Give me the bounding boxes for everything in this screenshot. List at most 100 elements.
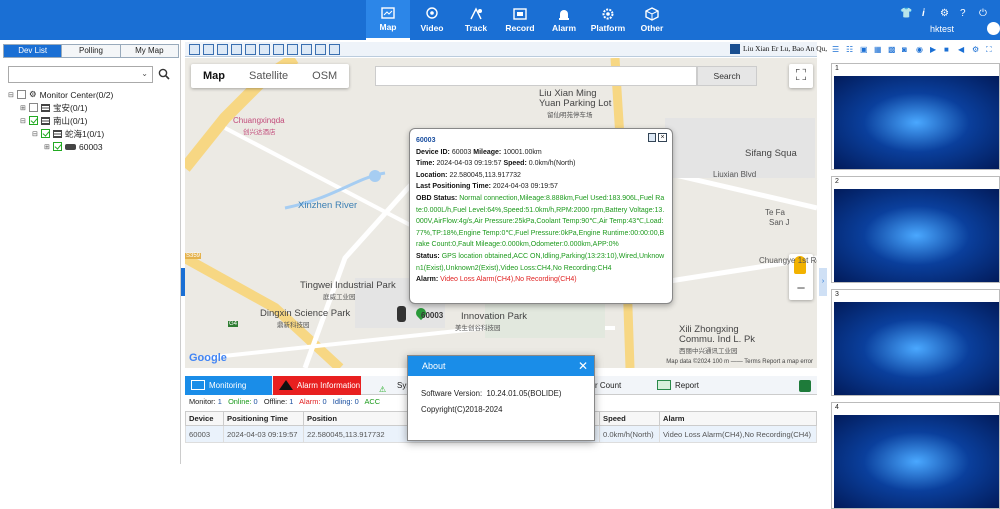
video-tile[interactable]: 1	[831, 63, 1000, 170]
line-icon[interactable]	[259, 44, 270, 55]
checkbox[interactable]	[17, 90, 26, 99]
nav-platform[interactable]: Platform	[586, 0, 630, 40]
nav-video[interactable]: Video	[410, 0, 454, 40]
alarm-count: 0	[322, 397, 327, 406]
map-search-button[interactable]: Search	[697, 66, 757, 86]
tab-polling[interactable]: Polling	[62, 45, 121, 57]
map-fullscreen-icon[interactable]: ⛶	[789, 64, 813, 88]
copy-icon[interactable]	[648, 133, 656, 142]
alarm-icon	[559, 10, 569, 20]
close-icon[interactable]: ×	[658, 133, 667, 142]
tab-my-map[interactable]: My Map	[120, 45, 178, 57]
checkbox[interactable]	[29, 116, 38, 125]
obd-status: Normal connection,Mileage:8.888km,Fuel U…	[416, 194, 665, 249]
stop-icon[interactable]: ■	[944, 45, 955, 55]
video-panel: ☰ ☷ ▣ ▦ ▩ ◙ ◉ ▶ ■ ◀ ⚙ ⛶ 1 2 3 4	[828, 40, 1000, 509]
video-screen	[834, 415, 999, 508]
map-type-osm[interactable]: OSM	[300, 64, 349, 88]
avatar[interactable]	[987, 22, 1000, 35]
marker-icon[interactable]	[301, 44, 312, 55]
column-header[interactable]: Device	[185, 411, 224, 426]
tree-node-nanshan[interactable]: ⊟ 南山(0/1)	[8, 114, 178, 127]
table-cell: Video Loss Alarm(CH4),No Recording(CH4)	[659, 425, 817, 443]
collapse-icon[interactable]: ⊟	[8, 91, 15, 99]
circle-icon[interactable]	[217, 44, 228, 55]
nav-other[interactable]: Other	[630, 0, 674, 40]
map-search-input[interactable]	[375, 66, 697, 86]
pan-icon[interactable]	[203, 44, 214, 55]
tree-node-root[interactable]: ⊟ ⚙ Monitor Center(0/2)	[8, 88, 178, 101]
quad-view-icon[interactable]: ▦	[874, 45, 885, 55]
fullscreen-icon[interactable]: ⛶	[986, 45, 997, 55]
map-type-map[interactable]: Map	[191, 64, 237, 88]
video-tile-number: 1	[835, 65, 839, 72]
info-icon[interactable]: i	[922, 8, 925, 19]
right-collapse-handle[interactable]: ›	[819, 268, 827, 296]
map-label-tingwei: Tingwei Industrial Park	[300, 280, 396, 291]
play-icon[interactable]: ▶	[930, 45, 941, 55]
measure-icon[interactable]	[273, 44, 284, 55]
device-filter-select[interactable]: ⌄	[8, 66, 153, 83]
search-icon[interactable]	[158, 68, 170, 80]
close-icon[interactable]: ✕	[578, 359, 588, 373]
fullscreen-icon[interactable]	[315, 44, 326, 55]
nav-record[interactable]: Record	[498, 0, 542, 40]
about-header: About ✕	[408, 356, 594, 376]
settings-icon[interactable]: ⚙	[940, 8, 949, 19]
map-type-satellite[interactable]: Satellite	[237, 64, 300, 88]
tree-node-baoan[interactable]: ⊞ 宝安(0/1)	[8, 101, 178, 114]
status-text: GPS location obtained,ACC ON,Idling,Park…	[416, 252, 665, 272]
layers-icon[interactable]	[329, 44, 340, 55]
nav-track[interactable]: Track	[454, 0, 498, 40]
label: Last Positioning Time:	[416, 183, 491, 191]
tab-dev-list[interactable]: Dev List	[4, 45, 63, 57]
group-icon	[41, 116, 50, 125]
excel-export-icon[interactable]	[799, 380, 811, 392]
help-icon[interactable]: ?	[960, 8, 966, 19]
column-header[interactable]: Positioning Time	[223, 411, 304, 426]
record-icon	[513, 8, 527, 20]
checkbox[interactable]	[41, 129, 50, 138]
list-icon[interactable]: ☷	[846, 45, 857, 55]
camera-icon[interactable]: ◙	[902, 45, 913, 55]
tree-node-device[interactable]: ⊞ 60003	[8, 140, 178, 153]
nav-alarm[interactable]: Alarm	[542, 0, 586, 40]
single-view-icon[interactable]: ▣	[860, 45, 871, 55]
shirt-icon[interactable]: 👕	[900, 8, 912, 19]
video-tile[interactable]: 3	[831, 289, 1000, 396]
collapse-icon[interactable]: ⊟	[20, 117, 27, 125]
map-label-dingxin-cn: 鼎新科技园	[277, 322, 310, 329]
multi-view-icon[interactable]: ▩	[888, 45, 899, 55]
pointer-icon[interactable]	[189, 44, 200, 55]
column-header[interactable]: Speed	[599, 411, 660, 426]
video-tile[interactable]: 2	[831, 176, 1000, 283]
checkbox[interactable]	[29, 103, 38, 112]
tab-monitoring[interactable]: Monitoring	[185, 376, 272, 395]
polygon-icon[interactable]	[245, 44, 256, 55]
settings-icon[interactable]: ⚙	[972, 45, 983, 55]
volume-icon[interactable]: ◀	[958, 45, 969, 55]
label: ACC	[364, 397, 381, 406]
collapse-icon[interactable]: ⊟	[32, 130, 39, 138]
column-header[interactable]: Alarm	[659, 411, 817, 426]
video-tile[interactable]: 4	[831, 402, 1000, 509]
list-icon[interactable]: ☰	[832, 45, 843, 55]
tab-alarm-information[interactable]: Alarm Information	[273, 376, 361, 395]
expand-icon[interactable]: ⊞	[20, 104, 27, 112]
rectangle-icon[interactable]	[231, 44, 242, 55]
vehicle-icon	[65, 143, 76, 150]
record-icon[interactable]: ◉	[916, 45, 927, 55]
map-type-switch: Map Satellite OSM	[191, 64, 350, 88]
chevron-down-icon: ⌄	[141, 69, 148, 78]
tree-node-shehai[interactable]: ⊟ 蛇海1(0/1)	[8, 127, 178, 140]
zoom-icon[interactable]	[287, 44, 298, 55]
nav-map[interactable]: Map	[366, 0, 410, 40]
checkbox[interactable]	[53, 142, 62, 151]
power-icon[interactable]: ⏻	[979, 8, 987, 19]
vehicle-marker-icon[interactable]	[397, 306, 406, 322]
expand-icon[interactable]: ⊞	[44, 143, 51, 151]
tab-label: Monitoring	[209, 381, 247, 390]
user-name[interactable]: hktest	[930, 24, 954, 34]
idling-count: 0	[354, 397, 359, 406]
tab-report[interactable]: Report	[651, 376, 699, 395]
